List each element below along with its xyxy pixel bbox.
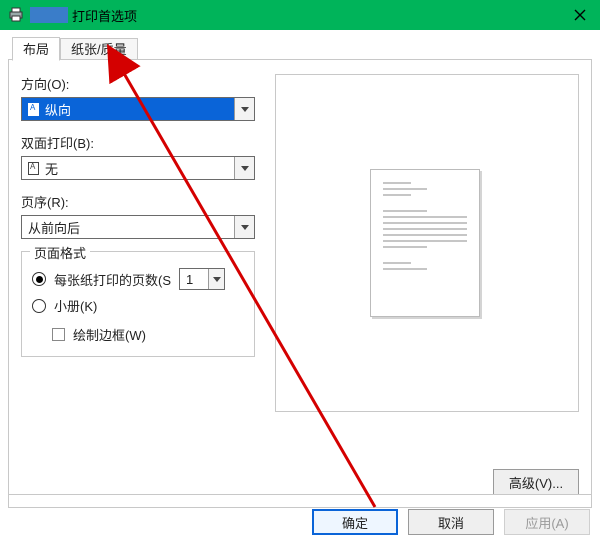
cancel-button[interactable]: 取消: [408, 509, 494, 535]
chevron-down-icon: [234, 98, 254, 120]
order-label: 页序(R):: [21, 192, 255, 211]
chevron-down-icon: [234, 157, 254, 179]
duplex-label: 双面打印(B):: [21, 133, 255, 152]
separator: [8, 494, 592, 495]
page-icon: [28, 162, 39, 175]
draw-border-checkbox[interactable]: [52, 328, 65, 341]
dialog-buttons: 确定 取消 应用(A): [312, 509, 590, 535]
tab-layout[interactable]: 布局: [12, 37, 60, 61]
orientation-label: 方向(O):: [21, 74, 255, 93]
tab-strip: 布局 纸张/质量: [8, 36, 592, 60]
order-combo[interactable]: 从前向后: [21, 215, 255, 239]
preview-pane: [275, 74, 579, 412]
duplex-value: 无: [45, 159, 58, 178]
printer-icon: [8, 7, 24, 23]
pages-per-sheet-combo[interactable]: 1: [179, 268, 225, 290]
ok-button[interactable]: 确定: [312, 509, 398, 535]
page-portrait-icon: [28, 103, 39, 116]
pages-per-sheet-value: 1: [180, 269, 208, 289]
window-title: 打印首选项: [72, 6, 137, 25]
draw-border-label: 绘制边框(W): [73, 325, 146, 344]
censored-text: [30, 7, 68, 23]
duplex-combo[interactable]: 无: [21, 156, 255, 180]
chevron-down-icon: [234, 216, 254, 238]
order-value: 从前向后: [28, 218, 80, 237]
apply-button[interactable]: 应用(A): [504, 509, 590, 535]
orientation-value: 纵向: [45, 100, 71, 119]
tab-paper-quality[interactable]: 纸张/质量: [60, 38, 138, 60]
pages-per-sheet-label: 每张纸打印的页数(S: [54, 270, 171, 289]
booklet-label: 小册(K): [54, 296, 97, 315]
tab-content: 方向(O): 纵向 双面打印(B): 无 页序(R): 从前向后 页面格式: [8, 60, 592, 508]
page-format-group: 页面格式 每张纸打印的页数(S 1 小册(K) 绘制边框(W): [21, 251, 255, 357]
preview-page: [370, 169, 480, 317]
page-format-legend: 页面格式: [30, 243, 90, 262]
advanced-button[interactable]: 高级(V)...: [493, 469, 579, 495]
close-button[interactable]: [560, 0, 600, 30]
chevron-down-icon: [208, 269, 224, 289]
booklet-radio[interactable]: [32, 299, 46, 313]
pages-per-sheet-radio[interactable]: [32, 272, 46, 286]
titlebar: 打印首选项: [0, 0, 600, 30]
orientation-combo[interactable]: 纵向: [21, 97, 255, 121]
